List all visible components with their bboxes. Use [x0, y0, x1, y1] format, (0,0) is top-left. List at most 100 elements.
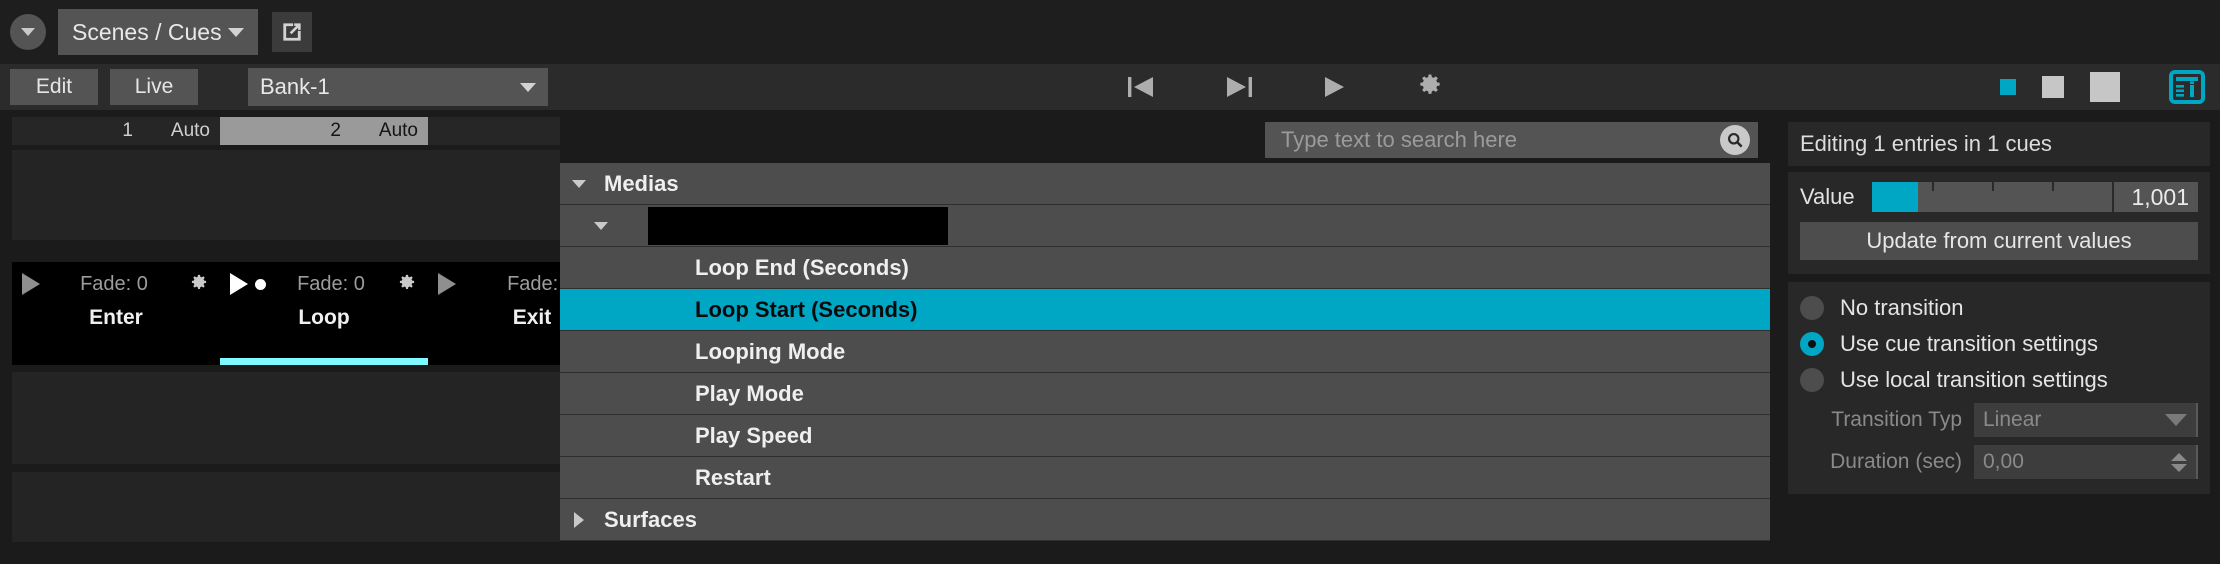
info-panel-toggle[interactable] [2168, 69, 2206, 105]
cue-cell-topbar: Fade: 0 [12, 270, 220, 298]
chevron-down-icon[interactable] [568, 163, 590, 205]
cue-number: 1 [122, 120, 133, 141]
panel-menu-button[interactable] [10, 14, 46, 50]
magnifier-glyph [1728, 133, 1743, 148]
settings-button[interactable] [1408, 70, 1452, 104]
cue-cell-name: Enter [89, 306, 143, 329]
gear-icon [1420, 74, 1440, 94]
editing-status-text: Editing 1 entries in 1 cues [1800, 131, 2052, 156]
record-dot-icon [255, 278, 266, 290]
tree-row-loop-start[interactable]: Loop Start (Seconds) [560, 289, 1770, 331]
inspector-panel: Editing 1 entries in 1 cues Value 1,001 … [1778, 117, 2220, 564]
size-small-button[interactable] [2000, 79, 2016, 95]
scenes-cues-dropdown[interactable]: Scenes / Cues [58, 9, 258, 55]
scenes-cues-dropdown-label: Scenes / Cues [72, 18, 222, 45]
value-label: Value [1800, 184, 1855, 209]
tree-row-looping-mode[interactable]: Looping Mode [560, 331, 1770, 373]
cue-cell-enter[interactable]: Fade: 0 Enter [12, 262, 220, 365]
cue-cell-loop[interactable]: Fade: 0 Loop [220, 262, 428, 365]
play-icon [22, 273, 40, 295]
size-medium-button[interactable] [2042, 76, 2064, 98]
search-input[interactable] [1279, 126, 1720, 154]
update-from-current-values-button[interactable]: Update from current values [1800, 222, 2198, 260]
play-icon [230, 273, 248, 295]
tree-row-loop-end[interactable]: Loop End (Seconds) [560, 247, 1770, 289]
bank-dropdown[interactable]: Bank-1 [248, 68, 548, 106]
live-button[interactable]: Live [110, 69, 198, 105]
tree-row-restart[interactable]: Restart [560, 457, 1770, 499]
chevron-right-icon[interactable] [568, 499, 590, 541]
radio-use-local-transition[interactable]: Use local transition settings [1800, 362, 2198, 398]
chevron-down-icon[interactable] [590, 205, 612, 247]
cue-cell-name: Loop [298, 306, 350, 329]
stepper-arrows-icon[interactable] [2171, 452, 2187, 472]
external-link-icon [283, 23, 301, 41]
property-list-panel: Medias Loop End (Seconds) Loop Start (Se… [560, 117, 1770, 564]
value-row: Value 1,001 [1800, 182, 2198, 212]
skip-forward-icon [1227, 77, 1252, 97]
cue-column-2[interactable]: 2 Auto Fade: 0 Loop [220, 117, 428, 542]
radio-icon-selected[interactable] [1800, 332, 1824, 356]
cue-fade-label: Fade: 0 [297, 272, 365, 295]
chevron-down-icon [21, 28, 35, 36]
skip-back-icon [1128, 77, 1153, 97]
media-name-field[interactable] [648, 207, 948, 245]
tree-row-media-item[interactable] [560, 205, 1770, 247]
radio-icon[interactable] [1800, 368, 1824, 392]
search-icon[interactable] [1720, 125, 1750, 155]
tree-row-label: Play Speed [695, 422, 813, 448]
search-bar [560, 117, 1770, 163]
play-icon [1325, 77, 1344, 97]
slider-tick [2052, 182, 2054, 191]
go-to-next-button[interactable] [1216, 70, 1260, 104]
cue-slot-empty[interactable] [12, 372, 220, 464]
cue-slot-empty[interactable] [220, 150, 428, 240]
cue-slot-empty[interactable] [220, 472, 428, 542]
cue-active-bar [220, 358, 428, 365]
duration-stepper[interactable]: 0,00 [1974, 445, 2198, 479]
view-size-controls [2000, 64, 2120, 110]
gear-icon[interactable] [188, 273, 210, 295]
title-bar: Scenes / Cues [0, 0, 2220, 64]
edit-button[interactable]: Edit [10, 69, 98, 105]
radio-label: No transition [1840, 295, 1964, 320]
tree-row-label: Surfaces [604, 506, 697, 532]
radio-use-cue-transition[interactable]: Use cue transition settings [1800, 326, 2198, 362]
cue-slot-empty[interactable] [220, 372, 428, 464]
property-tree: Medias Loop End (Seconds) Loop Start (Se… [560, 163, 1770, 541]
chevron-down-icon [2165, 414, 2187, 426]
gear-icon[interactable] [396, 273, 418, 295]
cue-mode: Auto [378, 120, 418, 141]
tree-row-medias[interactable]: Medias [560, 163, 1770, 205]
duration-label: Duration (sec) [1830, 450, 1962, 473]
search-box[interactable] [1265, 122, 1758, 158]
tree-row-label: Loop End (Seconds) [695, 254, 909, 280]
size-large-button[interactable] [2090, 72, 2120, 102]
cue-slot-empty[interactable] [12, 150, 220, 240]
value-slider[interactable] [1872, 182, 2112, 212]
cue-fade-label: Fade: 0 [80, 272, 148, 295]
slider-tick [1932, 182, 1934, 191]
cue-number: 2 [330, 120, 341, 141]
radio-no-transition[interactable]: No transition [1800, 290, 2198, 326]
cue-cell-topbar: Fade: 0 [220, 270, 428, 298]
radio-icon[interactable] [1800, 296, 1824, 320]
play-button[interactable] [1312, 70, 1356, 104]
cue-header[interactable]: 1 Auto [12, 117, 220, 145]
cue-header[interactable]: 2 Auto [220, 117, 428, 145]
chevron-down-icon [520, 82, 536, 92]
transition-type-dropdown[interactable]: Linear [1974, 403, 2198, 437]
cue-slot-empty[interactable] [12, 472, 220, 542]
go-to-start-button[interactable] [1120, 70, 1164, 104]
cue-column-1[interactable]: 1 Auto Fade: 0 Enter [12, 117, 220, 542]
popout-window-button[interactable] [272, 12, 312, 52]
info-panel-icon [2169, 70, 2205, 104]
chevron-down-icon [228, 27, 244, 37]
main-toolbar: Edit Live Bank-1 [0, 64, 2220, 110]
tree-row-play-speed[interactable]: Play Speed [560, 415, 1770, 457]
radio-label: Use cue transition settings [1840, 331, 2099, 356]
radio-label: Use local transition settings [1840, 367, 2108, 392]
tree-row-surfaces[interactable]: Surfaces [560, 499, 1770, 541]
tree-row-play-mode[interactable]: Play Mode [560, 373, 1770, 415]
value-number-field[interactable]: 1,001 [2112, 182, 2198, 212]
